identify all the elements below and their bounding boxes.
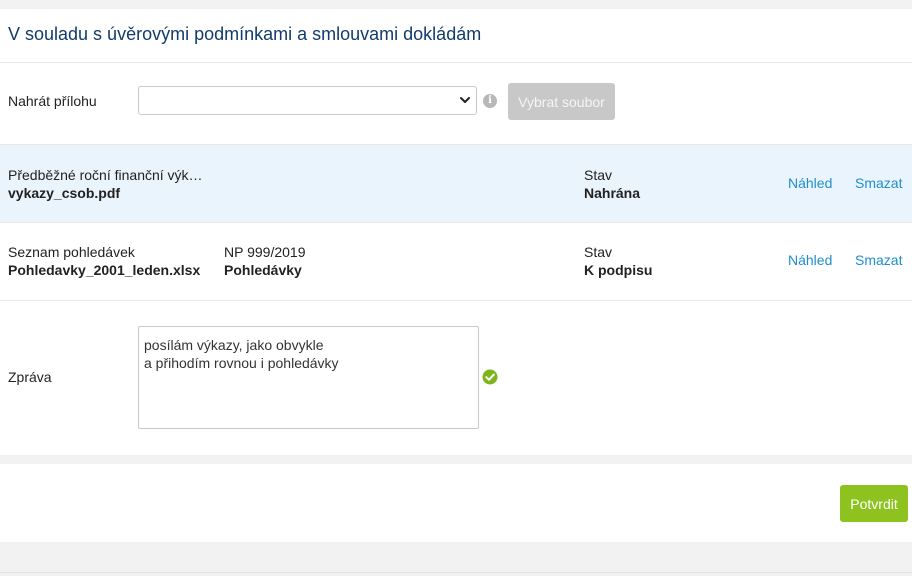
message-line: posílám výkazy, jako obvykle [144,337,324,353]
status-value: K podpisu [584,262,653,278]
divider [0,572,912,573]
delete-link[interactable]: Smazat [855,252,902,268]
attachment-status-cell: Stav Nahrána [584,166,640,202]
upload-label: Nahrát přílohu [8,93,97,109]
preview-link[interactable]: Náhled [788,252,832,268]
status-label: Stav [584,244,613,260]
attachment-filename: vykazy_csob.pdf [8,185,121,201]
attachment-row: Seznam pohledávek Pohledavky_2001_leden.… [0,223,912,300]
attachment-reference: NP 999/2019 [224,244,306,260]
attachment-row: Předběžné roční finanční výk… vykazy_cso… [0,145,912,222]
message-line: a přihodím rovnou i pohledávky [144,355,339,371]
check-circle-icon [482,369,498,385]
attachment-form-card: V souladu s úvěrovými podmínkami a smlou… [0,9,912,455]
divider [0,300,912,301]
attachment-type: Předběžné roční finanční výk… [8,167,203,183]
attachment-reference-cell: NP 999/2019 Pohledávky [224,243,305,279]
message-label: Zpráva [8,369,52,385]
attachment-reference-detail: Pohledávky [224,262,302,278]
page-title: V souladu s úvěrovými podmínkami a smlou… [8,24,482,44]
info-icon[interactable]: i [483,94,497,108]
attachment-type-select[interactable] [138,86,477,115]
form-footer: Potvrdit [0,464,912,542]
choose-file-button[interactable]: Vybrat soubor [508,83,615,120]
divider [0,62,912,63]
attachment-type-cell: Předběžné roční finanční výk… vykazy_cso… [8,166,203,202]
delete-link[interactable]: Smazat [855,175,902,191]
attachment-filename: Pohledavky_2001_leden.xlsx [8,262,201,278]
preview-link[interactable]: Náhled [788,175,832,191]
confirm-button[interactable]: Potvrdit [840,485,908,522]
attachment-status-cell: Stav K podpisu [584,243,652,279]
status-value: Nahrána [584,185,641,201]
message-textarea[interactable]: posílám výkazy, jako obvykle a přihodím … [138,326,479,429]
attachment-type-cell: Seznam pohledávek Pohledavky_2001_leden.… [8,243,200,279]
attachment-type: Seznam pohledávek [8,244,135,260]
status-label: Stav [584,167,613,183]
chevron-down-icon [460,97,470,103]
